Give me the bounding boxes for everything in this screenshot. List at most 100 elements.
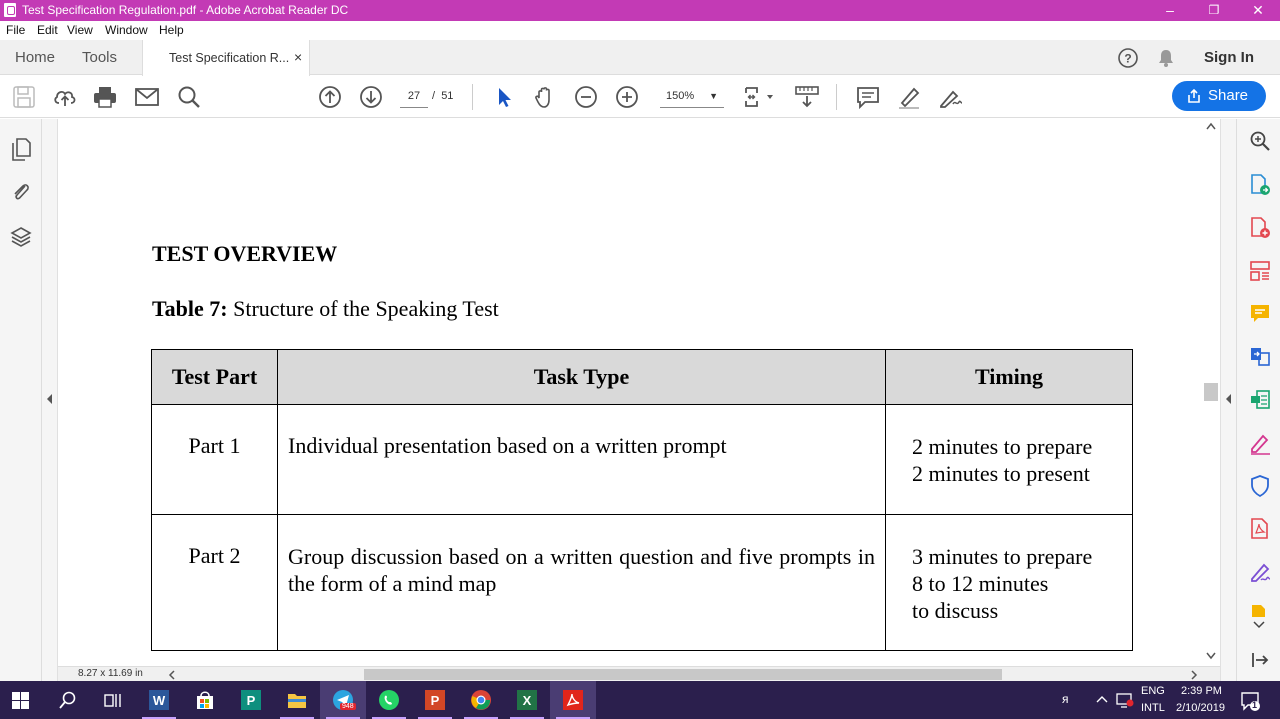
menu-help[interactable]: Help: [159, 23, 184, 37]
adobe-pdf-icon[interactable]: [1249, 517, 1271, 541]
edit-pdf-icon[interactable]: [1249, 388, 1271, 412]
zoom-search-icon[interactable]: [1249, 130, 1271, 152]
network-icon[interactable]: [1116, 692, 1134, 708]
scroll-left-icon[interactable]: [168, 670, 176, 680]
export-pdf-icon[interactable]: [1249, 173, 1271, 197]
taskbar-excel[interactable]: X: [504, 681, 550, 719]
taskbar-file-explorer[interactable]: [274, 681, 320, 719]
notification-bell-icon[interactable]: [1157, 48, 1175, 68]
document-view[interactable]: TEST OVERVIEW Table 7: Structure of the …: [58, 119, 1203, 666]
more-tools-icon[interactable]: [1249, 603, 1271, 617]
next-page-icon[interactable]: [358, 84, 384, 110]
taskbar-chrome[interactable]: [458, 681, 504, 719]
taskbar-telegram[interactable]: 948: [320, 681, 366, 719]
vertical-scroll-thumb[interactable]: [1204, 383, 1218, 401]
menu-window[interactable]: Window: [105, 23, 148, 37]
combine-files-icon[interactable]: [1249, 345, 1271, 369]
language-indicator[interactable]: ENG: [1141, 685, 1165, 697]
table-row: Part 2 Group discussion based on a writt…: [151, 514, 1133, 651]
folder-icon: [288, 694, 306, 708]
hand-tool-icon[interactable]: [532, 84, 558, 110]
minimize-button[interactable]: –: [1148, 0, 1192, 21]
attachment-paperclip-icon[interactable]: [10, 180, 32, 204]
zoom-dropdown[interactable]: 150% ▼: [660, 86, 724, 108]
highlight-pen-icon[interactable]: [896, 84, 922, 110]
sign-in-link[interactable]: Sign In: [1204, 49, 1254, 66]
help-icon[interactable]: ?: [1117, 47, 1139, 69]
send-for-signature-icon[interactable]: [1249, 560, 1271, 584]
word-icon: W: [149, 690, 169, 710]
page-display-icon[interactable]: [743, 84, 775, 110]
cell-timing: 3 minutes to prepare 8 to 12 minutes to …: [885, 514, 1133, 651]
table-caption-number: Table 7:: [152, 296, 228, 321]
clock-date[interactable]: 2/10/2019: [1176, 702, 1225, 714]
protect-shield-icon[interactable]: [1249, 474, 1271, 498]
windows-start-icon[interactable]: [12, 692, 30, 710]
menu-file[interactable]: File: [6, 23, 25, 37]
page-total-count: 51: [441, 90, 454, 102]
scroll-down-icon[interactable]: [1206, 652, 1216, 660]
taskbar-publisher[interactable]: P: [228, 681, 274, 719]
taskbar-acrobat[interactable]: [550, 681, 596, 719]
tab-tools[interactable]: Tools: [82, 49, 117, 66]
create-pdf-icon[interactable]: [1249, 216, 1271, 240]
vertical-scrollbar[interactable]: [1203, 119, 1220, 666]
select-cursor-icon[interactable]: [491, 84, 517, 110]
layers-icon[interactable]: [10, 225, 32, 249]
save-icon[interactable]: [11, 84, 37, 110]
close-button[interactable]: ✕: [1236, 0, 1280, 21]
task-view-icon[interactable]: [104, 692, 122, 709]
left-pane-toggle[interactable]: [42, 119, 58, 681]
tab-bar: Home Tools Test Specification R... × ? S…: [0, 40, 1280, 76]
menu-bar: File Edit View Window Help: [0, 21, 1280, 40]
horizontal-scroll-thumb[interactable]: [364, 669, 1002, 680]
share-button[interactable]: Share: [1172, 81, 1266, 111]
tab-document[interactable]: Test Specification R... ×: [142, 40, 310, 76]
timing-line: 3 minutes to prepare: [912, 544, 1093, 569]
comment-icon[interactable]: [855, 84, 881, 110]
zoom-out-icon[interactable]: [573, 84, 599, 110]
search-icon[interactable]: [176, 84, 202, 110]
scroll-up-icon[interactable]: [1206, 122, 1216, 130]
page-number-input[interactable]: 27: [400, 86, 428, 108]
scrolling-mode-icon[interactable]: [794, 84, 820, 110]
tab-close-icon[interactable]: ×: [294, 49, 302, 65]
taskbar-whatsapp[interactable]: [366, 681, 412, 719]
tab-document-label: Test Specification R...: [169, 51, 290, 65]
section-heading: TEST OVERVIEW: [152, 241, 338, 266]
share-label: Share: [1208, 87, 1249, 104]
window-title: Test Specification Regulation.pdf - Adob…: [22, 3, 349, 17]
tab-home[interactable]: Home: [15, 49, 55, 66]
menu-view[interactable]: View: [67, 23, 93, 37]
comment-tool-icon[interactable]: [1249, 302, 1271, 326]
upload-cloud-icon[interactable]: [52, 84, 78, 110]
table-caption-text: Structure of the Speaking Test: [227, 296, 499, 321]
clock-time[interactable]: 2:39 PM: [1181, 685, 1222, 697]
fill-sign-icon[interactable]: [937, 84, 963, 110]
windows-taskbar: W P 948 P X ᴙ ENG INTL 2:39 PM 2/10/2019…: [0, 681, 1280, 719]
print-icon[interactable]: [92, 84, 118, 110]
organize-pages-icon[interactable]: [1249, 259, 1271, 283]
email-icon[interactable]: [134, 84, 160, 110]
taskbar-word[interactable]: W: [136, 681, 182, 719]
previous-page-icon[interactable]: [317, 84, 343, 110]
pen-workspace-icon[interactable]: ᴙ: [1062, 692, 1069, 706]
timing-line: to discuss: [912, 598, 999, 623]
right-pane-toggle[interactable]: [1220, 119, 1236, 681]
chevron-up-icon[interactable]: [1096, 695, 1108, 703]
menu-edit[interactable]: Edit: [37, 23, 58, 37]
chevron-down-icon: ▼: [709, 91, 718, 101]
keyboard-layout-indicator[interactable]: INTL: [1141, 702, 1165, 714]
taskbar-powerpoint[interactable]: P: [412, 681, 458, 719]
restore-button[interactable]: ❐: [1192, 0, 1236, 21]
fill-and-sign-icon[interactable]: [1249, 431, 1271, 455]
scroll-right-icon[interactable]: [1190, 670, 1198, 680]
chevron-down-icon[interactable]: [1253, 621, 1265, 629]
taskbar-store[interactable]: [182, 681, 228, 719]
zoom-in-icon[interactable]: [614, 84, 640, 110]
svg-text:P: P: [247, 693, 256, 708]
telegram-unread-badge: 948: [340, 703, 356, 710]
search-icon[interactable]: [59, 691, 77, 709]
collapse-tools-pane-icon[interactable]: [1249, 650, 1271, 670]
page-thumbnails-icon[interactable]: [10, 137, 32, 161]
